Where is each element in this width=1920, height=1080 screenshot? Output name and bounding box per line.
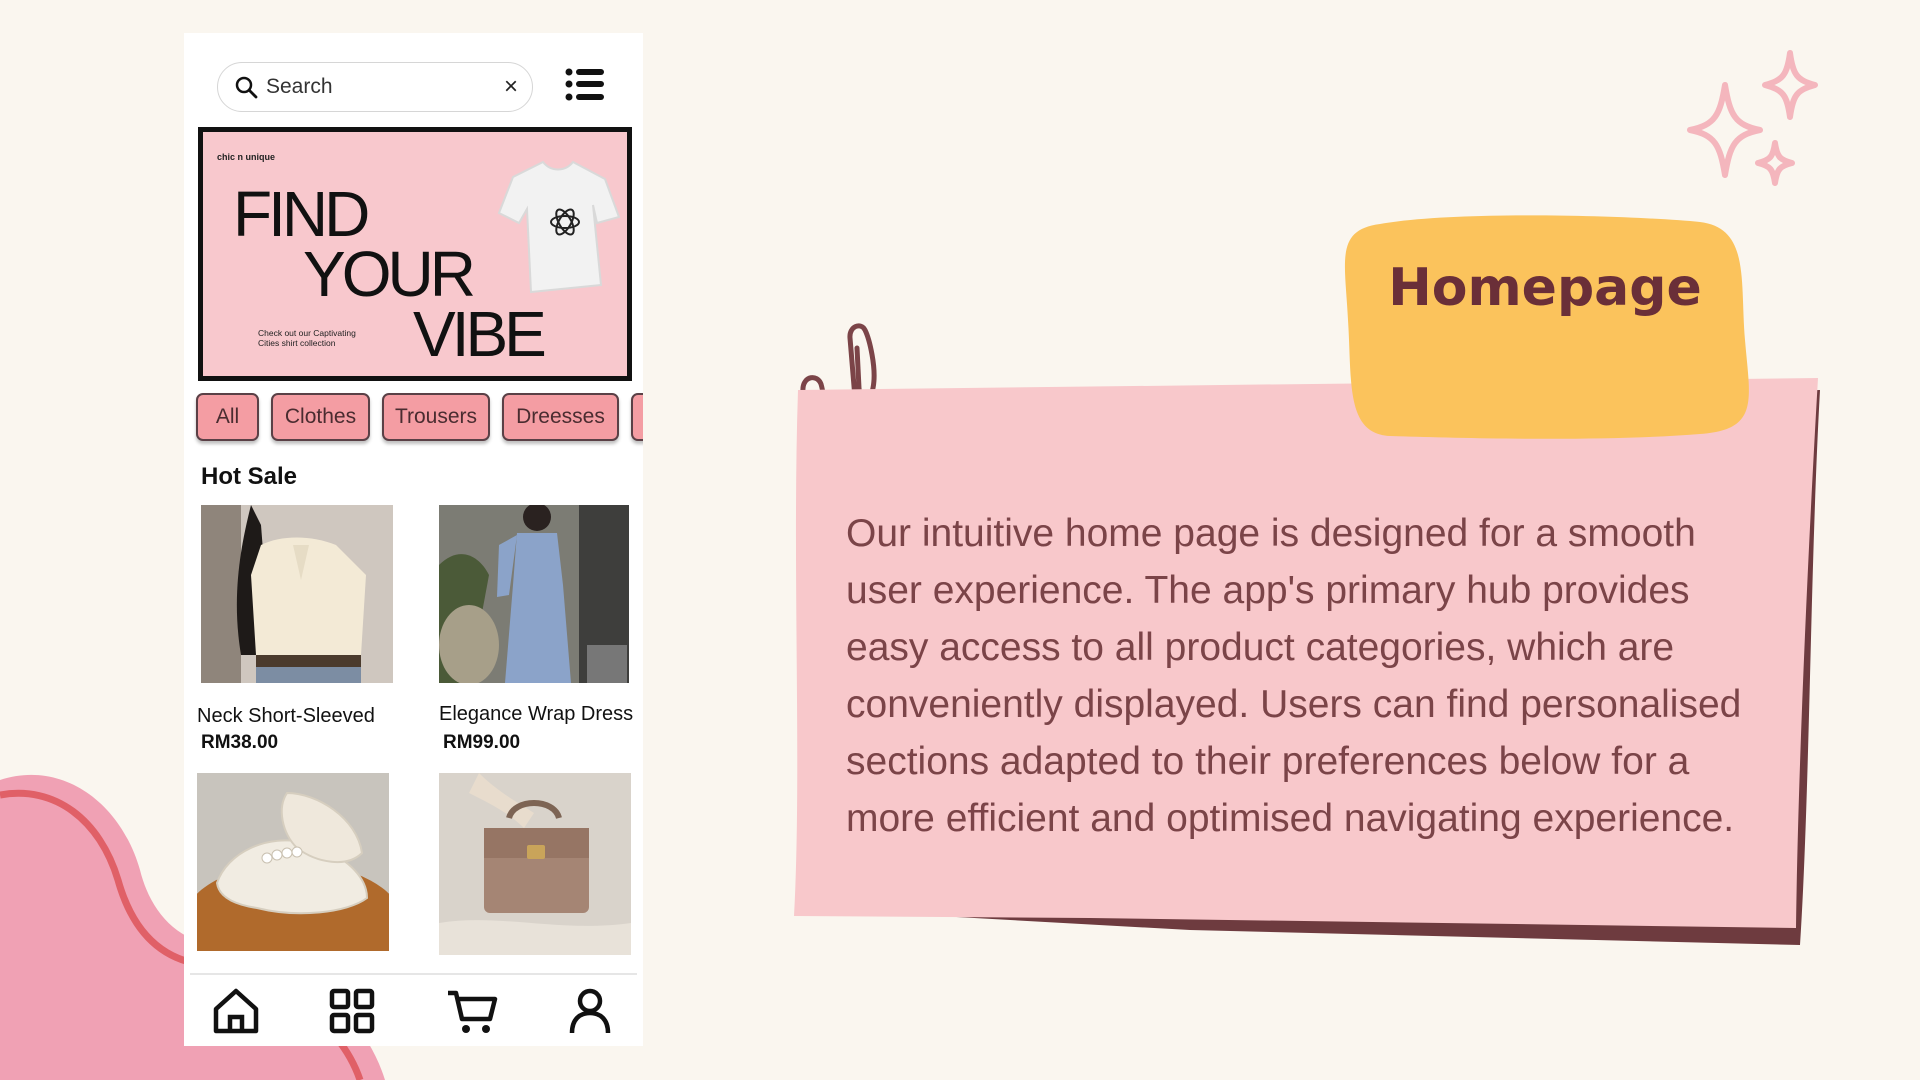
home-icon[interactable] xyxy=(210,985,262,1037)
cart-icon[interactable] xyxy=(446,985,498,1037)
phone-screen: Search × chic n unique FIND YOUR VIBE Ch… xyxy=(184,33,643,1046)
banner-brand: chic n unique xyxy=(217,152,276,162)
banner-headline-line-2: YOUR xyxy=(303,238,476,310)
product-image-shoes[interactable] xyxy=(197,773,389,951)
chip-clothes[interactable]: Clothes xyxy=(271,393,370,441)
bottom-navigation xyxy=(190,973,637,1046)
search-input[interactable]: Search xyxy=(266,75,504,99)
product-price: RM99.00 xyxy=(443,732,521,753)
product-price: RM38.00 xyxy=(201,732,279,753)
product-image-dress[interactable] xyxy=(439,505,629,683)
chip-more[interactable] xyxy=(631,393,643,441)
promo-banner[interactable]: chic n unique FIND YOUR VIBE Check out o… xyxy=(198,127,632,381)
clear-search-icon[interactable]: × xyxy=(504,75,518,99)
tshirt-image xyxy=(497,160,621,294)
product-name[interactable]: Elegance Wrap Dress xyxy=(439,703,633,726)
chip-all[interactable]: All xyxy=(196,393,259,441)
chip-dresses[interactable]: Dreesses xyxy=(502,393,619,441)
section-title-hot-sale: Hot Sale xyxy=(201,463,298,490)
chip-trousers[interactable]: Trousers xyxy=(382,393,490,441)
profile-icon[interactable] xyxy=(564,985,616,1037)
product-image-handbag[interactable] xyxy=(439,773,631,955)
title-tag xyxy=(1344,215,1749,439)
banner-subtext: Check out our Captivating Cities shirt c… xyxy=(258,328,356,348)
description-text: Our intuitive home page is designed for … xyxy=(846,512,1742,840)
banner-headline-line-1: FIND xyxy=(233,178,370,250)
menu-list-icon[interactable] xyxy=(565,67,605,103)
panel-title: Homepage xyxy=(1388,258,1702,318)
search-icon xyxy=(235,76,258,99)
product-name[interactable]: Neck Short-Sleeved xyxy=(197,705,375,728)
search-bar[interactable]: Search × xyxy=(217,62,533,112)
product-image-blouse[interactable] xyxy=(201,505,393,683)
sparkle-decoration xyxy=(1687,50,1818,186)
banner-headline-line-3: VIBE xyxy=(413,298,547,370)
grid-icon[interactable] xyxy=(326,985,378,1037)
